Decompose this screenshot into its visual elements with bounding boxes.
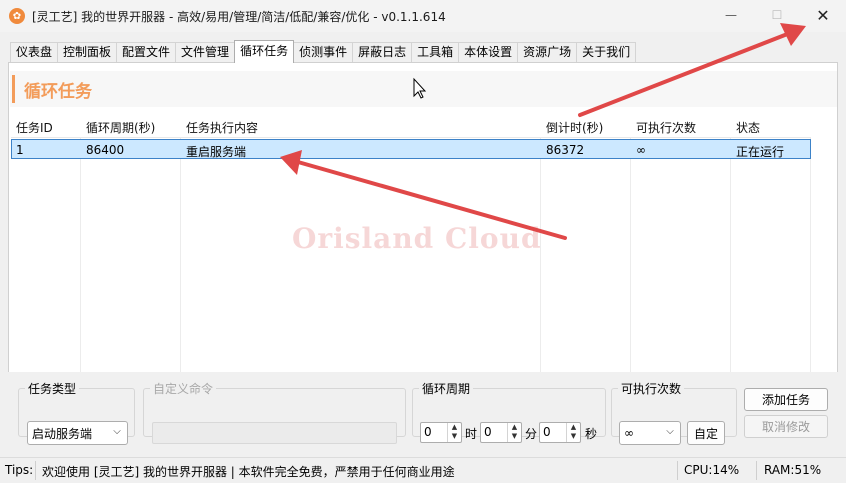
cell-content: 重启服务端 xyxy=(186,145,247,159)
ram-usage: RAM:51% xyxy=(764,463,822,477)
tab-file-manager[interactable]: 文件管理 xyxy=(175,42,236,63)
app-logo-icon: ✿ xyxy=(9,8,25,24)
cpu-usage: CPU:14% xyxy=(684,463,740,477)
column-header-status[interactable]: 状态 xyxy=(736,119,760,136)
add-task-button[interactable]: 添加任务 xyxy=(744,388,828,411)
section-accent-bar xyxy=(12,75,15,103)
tab-toolbox[interactable]: 工具箱 xyxy=(411,42,460,63)
section-header: 循环任务 xyxy=(10,71,837,107)
stepper-arrows-icon[interactable]: ▲ ▼ xyxy=(447,423,461,442)
status-message: 欢迎使用 [灵工艺] 我的世界开服器 | 本软件完全免费，严禁用于任何商业用途 xyxy=(42,465,455,479)
close-icon: ✕ xyxy=(816,5,830,25)
seconds-stepper[interactable]: 0 ▲ ▼ xyxy=(539,422,581,443)
main-tabs: 仪表盘 控制面板 配置文件 文件管理 循环任务 侦测事件 屏蔽日志 工具箱 本体… xyxy=(10,40,637,63)
chevron-down-icon: ⌵ xyxy=(666,426,674,437)
minutes-unit: 分 xyxy=(525,427,538,441)
custom-command-input xyxy=(152,422,397,444)
tab-control-panel[interactable]: 控制面板 xyxy=(57,42,118,63)
cell-exec-count: ∞ xyxy=(636,143,646,157)
close-button[interactable]: ✕ xyxy=(800,0,846,30)
column-header-content[interactable]: 任务执行内容 xyxy=(186,119,258,136)
tab-dashboard[interactable]: 仪表盘 xyxy=(10,42,59,63)
tab-config-files[interactable]: 配置文件 xyxy=(116,42,177,63)
column-header-cycle[interactable]: 循环周期(秒) xyxy=(86,119,155,136)
column-header-task-id[interactable]: 任务ID xyxy=(16,119,53,136)
cell-countdown: 86372 xyxy=(546,143,585,157)
tab-app-settings[interactable]: 本体设置 xyxy=(458,42,519,63)
window-title: [灵工艺] 我的世界开服器 - 高效/易用/管理/简洁/低配/兼容/优化 - v… xyxy=(32,9,446,24)
tab-about-us[interactable]: 关于我们 xyxy=(576,42,637,63)
tips-label: Tips: xyxy=(5,463,34,477)
task-type-select[interactable]: 启动服务端 ⌵ xyxy=(27,421,128,445)
stepper-arrows-icon[interactable]: ▲ ▼ xyxy=(566,423,580,442)
exec-count-legend: 可执行次数 xyxy=(621,382,682,396)
cancel-edit-button: 取消修改 xyxy=(744,415,828,438)
title-bar: ✿ [灵工艺] 我的世界开服器 - 高效/易用/管理/简洁/低配/兼容/优化 -… xyxy=(0,0,846,32)
cycle-legend: 循环周期 xyxy=(422,382,471,396)
custom-command-group: 自定义命令 xyxy=(143,380,406,444)
exec-count-group: 可执行次数 ∞ ⌵ 自定 xyxy=(611,380,737,445)
hours-unit: 时 xyxy=(465,427,478,441)
cell-cycle: 86400 xyxy=(86,143,125,157)
minimize-button[interactable]: — xyxy=(708,0,754,30)
custom-count-button[interactable]: 自定 xyxy=(687,421,725,445)
task-type-legend: 任务类型 xyxy=(28,382,77,396)
cell-status: 正在运行 xyxy=(736,145,785,159)
table-row[interactable]: 1 86400 重启服务端 86372 ∞ 正在运行 xyxy=(11,139,811,159)
table-header: 任务ID 循环周期(秒) 任务执行内容 倒计时(秒) 可执行次数 状态 xyxy=(11,114,811,138)
column-header-countdown[interactable]: 倒计时(秒) xyxy=(546,119,603,136)
task-form: 任务类型 启动服务端 ⌵ 自定义命令 循环周期 0 ▲ ▼ 时 0 ▲ ▼ 分 0 … xyxy=(8,372,838,454)
chevron-down-icon: ⌵ xyxy=(113,426,121,437)
seconds-unit: 秒 xyxy=(585,427,598,441)
custom-command-legend: 自定义命令 xyxy=(153,382,214,396)
exec-count-select[interactable]: ∞ ⌵ xyxy=(619,421,681,445)
cell-task-id: 1 xyxy=(16,143,24,157)
minutes-stepper[interactable]: 0 ▲ ▼ xyxy=(480,422,522,443)
stepper-arrows-icon[interactable]: ▲ ▼ xyxy=(507,423,521,442)
status-bar: Tips: 欢迎使用 [灵工艺] 我的世界开服器 | 本软件完全免费，严禁用于任… xyxy=(0,457,846,483)
tab-resource-plaza[interactable]: 资源广场 xyxy=(517,42,578,63)
tab-detect-events[interactable]: 侦测事件 xyxy=(293,42,354,63)
page-title: 循环任务 xyxy=(24,82,92,102)
cycle-group: 循环周期 0 ▲ ▼ 时 0 ▲ ▼ 分 0 ▲ ▼ 秒 xyxy=(412,380,606,443)
maximize-button[interactable]: ☐ xyxy=(754,0,800,30)
task-type-group: 任务类型 启动服务端 ⌵ xyxy=(18,380,135,445)
tab-loop-tasks[interactable]: 循环任务 xyxy=(234,40,295,63)
column-header-exec-count[interactable]: 可执行次数 xyxy=(636,119,696,136)
hours-stepper[interactable]: 0 ▲ ▼ xyxy=(420,422,462,443)
tab-block-logs[interactable]: 屏蔽日志 xyxy=(352,42,413,63)
watermark: Orisland Cloud xyxy=(292,222,542,255)
